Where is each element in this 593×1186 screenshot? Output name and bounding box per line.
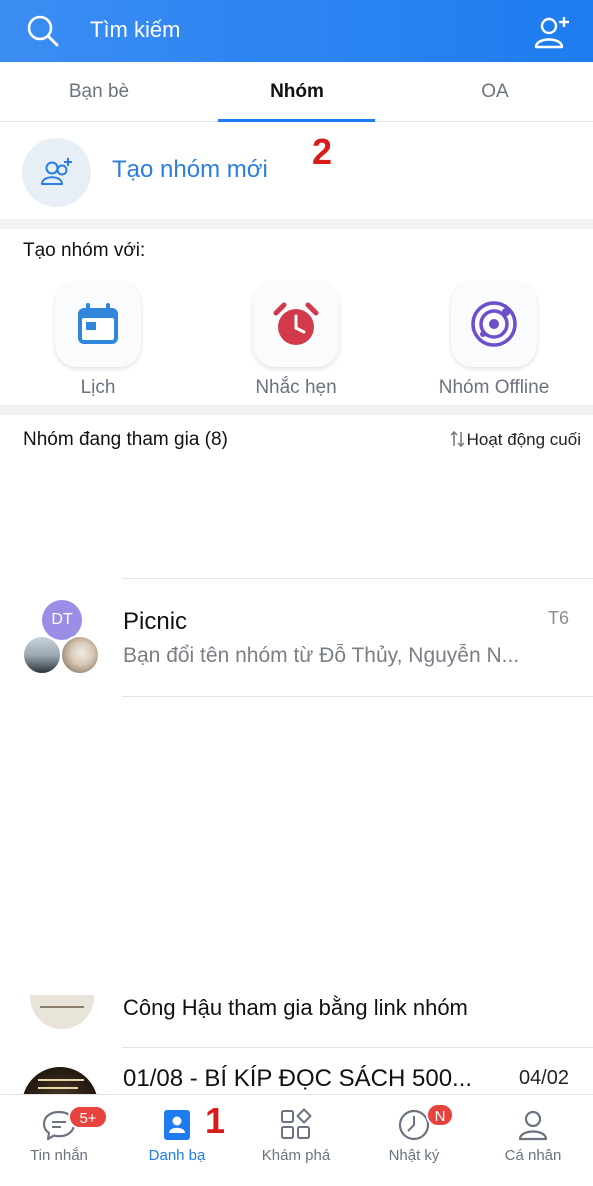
group-avatar-text	[38, 1079, 84, 1081]
profile-icon	[518, 1110, 548, 1141]
contacts-tabs: Bạn bè Nhóm OA	[0, 62, 593, 122]
radar-icon	[471, 301, 517, 347]
quick-create-label: Lịch	[80, 377, 116, 398]
quick-create-reminder[interactable]: Nhắc hẹn	[216, 281, 376, 399]
create-group-row[interactable]: Tạo nhóm mới	[0, 123, 593, 219]
offline-group-tile	[451, 281, 537, 367]
reminder-tile	[253, 281, 339, 367]
nav-messages[interactable]: 5+ Tin nhắn	[0, 1095, 118, 1186]
add-group-icon	[41, 158, 72, 185]
add-friend-icon[interactable]	[533, 12, 573, 50]
joined-groups-title: Nhóm đang tham gia (8)	[23, 429, 228, 450]
quick-create-offline-group[interactable]: Nhóm Offline	[414, 281, 574, 399]
new-badge: N	[426, 1103, 454, 1127]
active-tab-indicator	[218, 119, 375, 122]
group-avatar-text	[40, 1006, 84, 1008]
group-row-picnic[interactable]: DT Picnic T6 Bạn đổi tên nhóm từ Đỗ Thủy…	[0, 580, 593, 696]
quick-create-label: Nhóm Offline	[438, 377, 550, 398]
group-name: Picnic	[123, 608, 188, 635]
group-last-message: Bạn đổi tên nhóm từ Đỗ Thủy, Nguyễn N...	[123, 644, 520, 667]
tab-friends[interactable]: Bạn bè	[0, 62, 198, 122]
quick-create-label: Nhắc hẹn	[255, 377, 337, 398]
calendar-tile	[55, 281, 141, 367]
create-group-label: Tạo nhóm mới	[112, 156, 268, 183]
nav-label: Khám phá	[261, 1147, 331, 1164]
search-input[interactable]: Tìm kiếm	[90, 17, 180, 43]
row-divider	[122, 578, 593, 579]
nav-label: Danh bạ	[148, 1147, 206, 1164]
sort-icon	[450, 430, 465, 448]
discover-icon	[281, 1108, 312, 1139]
nav-profile[interactable]: Cá nhân	[474, 1095, 592, 1186]
search-icon[interactable]	[26, 14, 60, 48]
section-divider	[0, 219, 593, 229]
nav-label: Tin nhắn	[30, 1147, 88, 1164]
member-avatar	[60, 635, 100, 675]
group-last-message: Công Hậu tham gia bằng link nhóm	[123, 995, 468, 1020]
quick-create-title: Tạo nhóm với:	[23, 240, 146, 261]
section-divider	[0, 405, 593, 415]
create-group-avatar	[22, 138, 91, 207]
bottom-nav: 5+ Tin nhắn Danh bạ Khám phá N Nhật ký C…	[0, 1094, 593, 1186]
quick-create-calendar[interactable]: Lịch	[18, 281, 178, 399]
calendar-icon	[78, 303, 118, 344]
tab-groups[interactable]: Nhóm	[198, 62, 396, 122]
top-bar: Tìm kiếm	[0, 0, 593, 62]
group-row-book-tips[interactable]: 01/08 - BÍ KÍP ĐỌC SÁCH 500... 04/02	[0, 1049, 593, 1095]
tab-oa[interactable]: OA	[396, 62, 593, 122]
nav-label: Nhật ký	[388, 1147, 440, 1164]
annotation-step-1: 1	[205, 1100, 226, 1141]
nav-discover[interactable]: Khám phá	[237, 1095, 355, 1186]
nav-timeline[interactable]: N Nhật ký	[355, 1095, 473, 1186]
member-avatar	[22, 635, 62, 675]
sort-button[interactable]: Hoạt động cuối	[449, 430, 581, 450]
group-avatar	[30, 995, 94, 1029]
alarm-clock-icon	[273, 302, 319, 345]
nav-label: Cá nhân	[504, 1147, 562, 1164]
group-row-partial[interactable]: Công Hậu tham gia bằng link nhóm	[0, 995, 593, 1033]
row-divider	[122, 1047, 593, 1048]
annotation-step-2: 2	[312, 131, 333, 172]
unread-badge: 5+	[68, 1105, 108, 1129]
group-member-initials: DT	[42, 600, 82, 640]
row-divider	[122, 696, 593, 697]
group-avatar-text	[38, 1087, 78, 1089]
contacts-icon	[164, 1110, 190, 1140]
group-time: T6	[547, 608, 569, 628]
group-name: 01/08 - BÍ KÍP ĐỌC SÁCH 500...	[123, 1065, 473, 1092]
sort-label: Hoạt động cuối	[466, 430, 581, 449]
group-time: 04/02	[518, 1067, 569, 1089]
group-avatar	[22, 1067, 98, 1095]
